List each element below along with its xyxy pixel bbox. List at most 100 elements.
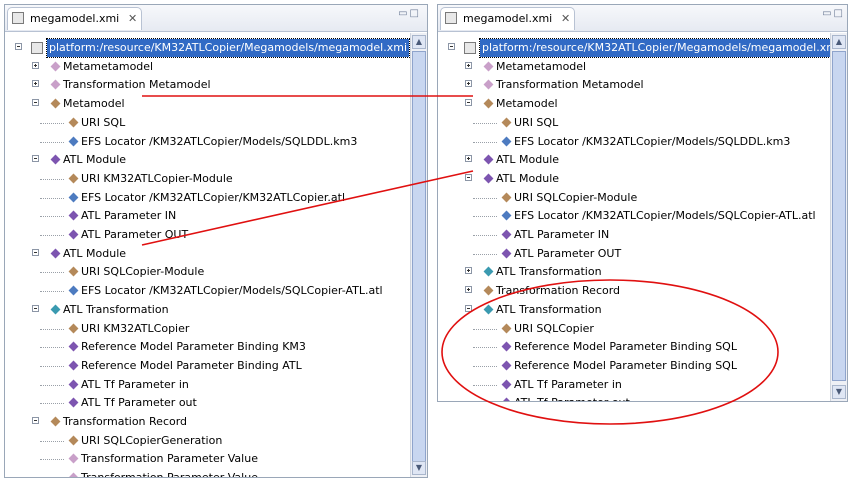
scroll-down-button[interactable]: ▼ xyxy=(832,385,846,399)
tree-row-atl-parameter-out[interactable]: ATL Parameter OUT xyxy=(5,226,410,244)
close-icon[interactable]: ✕ xyxy=(561,8,570,30)
tree-row-uri-sqlcopier-module[interactable]: URI SQLCopier-Module xyxy=(438,189,830,207)
left-editor-tab[interactable]: megamodel.xmi ✕ xyxy=(7,7,143,30)
tree-row-atl-tf-parameter-out[interactable]: ATL Tf Parameter out xyxy=(438,394,830,401)
left-tree-view[interactable]: platform:/resource/KM32ATLCopier/Megamod… xyxy=(5,33,411,477)
tree-row-metamodel[interactable]: Metamodel xyxy=(438,95,830,113)
tree-row-label: ATL Module xyxy=(496,153,560,167)
tree-row-transformation-parameter-value[interactable]: Transformation Parameter Value xyxy=(5,469,410,477)
tree-row-atl-tf-parameter-in[interactable]: ATL Tf Parameter in xyxy=(438,376,830,394)
collapse-icon[interactable] xyxy=(465,99,472,107)
tree-connector xyxy=(40,347,64,349)
tree-row-efs-locator-km32atlcopier-models-sqlddl-km3[interactable]: EFS Locator /KM32ATLCopier/Models/SQLDDL… xyxy=(438,133,830,151)
tree-row-efs-locator-km32atlcopier-models-sqlcopier-atl-atl[interactable]: EFS Locator /KM32ATLCopier/Models/SQLCop… xyxy=(5,282,410,300)
tree-row-atl-module[interactable]: ATL Module xyxy=(5,245,410,263)
element-diamond-icon xyxy=(68,136,79,146)
collapse-icon[interactable] xyxy=(32,248,39,256)
tree-row-atl-module[interactable]: ATL Module xyxy=(438,170,830,188)
tree-row-atl-module[interactable]: ATL Module xyxy=(438,151,830,169)
tree-row-platform-resource-km32atlcopier-megamodels-megamodel-xmi[interactable]: platform:/resource/KM32ATLCopier/Megamod… xyxy=(438,38,844,58)
tree-row-uri-sql[interactable]: URI SQL xyxy=(5,114,410,132)
expand-icon[interactable] xyxy=(32,61,39,69)
right-vertical-scrollbar[interactable]: ▲ ▼ xyxy=(830,33,847,401)
tree-row-uri-sqlcopier[interactable]: URI SQLCopier xyxy=(438,320,830,338)
element-diamond-icon xyxy=(501,229,512,240)
tree-row-uri-sqlcopiergeneration[interactable]: URI SQLCopierGeneration xyxy=(5,432,410,450)
tree-row-atl-transformation[interactable]: ATL Transformation xyxy=(5,301,410,319)
tree-row-uri-sqlcopier-module[interactable]: URI SQLCopier-Module xyxy=(5,263,410,281)
tree-row-reference-model-parameter-binding-sql[interactable]: Reference Model Parameter Binding SQL xyxy=(438,357,830,375)
tree-row-uri-km32atlcopier-module[interactable]: URI KM32ATLCopier-Module xyxy=(5,170,410,188)
maximize-icon[interactable]: □ xyxy=(410,8,421,19)
tree-row-efs-locator-km32atlcopier-models-sqlcopier-atl-atl[interactable]: EFS Locator /KM32ATLCopier/Models/SQLCop… xyxy=(438,207,830,225)
collapse-icon[interactable] xyxy=(465,173,472,181)
tree-row-uri-sql[interactable]: URI SQL xyxy=(438,114,830,132)
expand-icon[interactable] xyxy=(32,80,39,88)
tree-row-label: URI SQL xyxy=(81,115,126,129)
scroll-thumb[interactable] xyxy=(832,51,846,381)
tree-row-transformation-record[interactable]: Transformation Record xyxy=(5,413,410,431)
collapse-icon[interactable] xyxy=(32,99,39,107)
left-vertical-scrollbar[interactable]: ▲ ▼ xyxy=(410,33,427,477)
tree-row-metametamodel[interactable]: Metametamodel xyxy=(5,58,410,76)
element-diamond-icon xyxy=(501,117,512,128)
tree-row-atl-transformation[interactable]: ATL Transformation xyxy=(438,263,830,281)
tree-row-platform-resource-km32atlcopier-megamodels-megamodel-xmi[interactable]: platform:/resource/KM32ATLCopier/Megamod… xyxy=(5,38,411,58)
resource-icon xyxy=(31,42,43,54)
tree-row-transformation-metamodel[interactable]: Transformation Metamodel xyxy=(438,76,830,94)
maximize-icon[interactable]: □ xyxy=(834,8,845,19)
tree-connector xyxy=(40,122,64,124)
element-diamond-icon xyxy=(68,397,79,408)
tree-row-metametamodel[interactable]: Metametamodel xyxy=(438,58,830,76)
collapse-icon[interactable] xyxy=(32,417,39,424)
tree-row-transformation-record[interactable]: Transformation Record xyxy=(438,282,830,300)
scroll-up-button[interactable]: ▲ xyxy=(832,35,846,49)
tree-row-atl-module[interactable]: ATL Module xyxy=(5,151,410,169)
tree-connector xyxy=(40,272,64,274)
collapse-icon[interactable] xyxy=(32,155,39,163)
tree-row-reference-model-parameter-binding-sql[interactable]: Reference Model Parameter Binding SQL xyxy=(438,338,830,356)
tree-connector xyxy=(40,197,64,199)
collapse-icon[interactable] xyxy=(465,304,472,312)
tree-row-metamodel[interactable]: Metamodel xyxy=(5,95,410,113)
tree-row-label: Metametamodel xyxy=(63,59,154,73)
tree-row-uri-km32atlcopier[interactable]: URI KM32ATLCopier xyxy=(5,320,410,338)
minimize-icon[interactable]: ▭ xyxy=(822,8,833,19)
expand-icon[interactable] xyxy=(465,61,472,69)
tree-row-atl-parameter-out[interactable]: ATL Parameter OUT xyxy=(438,245,830,263)
xmi-file-icon xyxy=(12,12,24,24)
collapse-icon[interactable] xyxy=(32,304,39,312)
expand-icon[interactable] xyxy=(465,267,472,275)
tree-row-efs-locator-km32atlcopier-models-sqlddl-km3[interactable]: EFS Locator /KM32ATLCopier/Models/SQLDDL… xyxy=(5,133,410,151)
expand-icon[interactable] xyxy=(465,155,472,163)
expand-icon[interactable] xyxy=(465,80,472,88)
minimize-icon[interactable]: ▭ xyxy=(398,8,409,19)
scroll-down-button[interactable]: ▼ xyxy=(412,461,426,475)
tree-row-reference-model-parameter-binding-km3[interactable]: Reference Model Parameter Binding KM3 xyxy=(5,338,410,356)
scroll-up-button[interactable]: ▲ xyxy=(412,35,426,49)
collapse-icon[interactable] xyxy=(15,43,22,50)
tree-row-label: URI SQLCopier-Module xyxy=(514,190,638,204)
tree-row-atl-parameter-in[interactable]: ATL Parameter IN xyxy=(438,226,830,244)
tree-row-label: URI SQLCopier xyxy=(514,321,594,335)
tree-row-efs-locator-km32atlcopier-km32atlcopier-atl[interactable]: EFS Locator /KM32ATLCopier/KM32ATLCopier… xyxy=(5,189,410,207)
right-editor-tab[interactable]: megamodel.xmi ✕ xyxy=(440,7,576,30)
tree-connector xyxy=(40,235,64,236)
collapse-icon[interactable] xyxy=(448,43,455,50)
expand-icon[interactable] xyxy=(465,286,472,294)
right-tab-bar: megamodel.xmi ✕ ▭□ xyxy=(438,5,847,32)
scroll-thumb[interactable] xyxy=(412,51,426,463)
tree-row-atl-tf-parameter-out[interactable]: ATL Tf Parameter out xyxy=(5,394,410,412)
tree-row-atl-parameter-in[interactable]: ATL Parameter IN xyxy=(5,207,410,225)
element-diamond-icon xyxy=(68,341,79,352)
resource-icon xyxy=(464,42,476,54)
tree-row-label: ATL Parameter OUT xyxy=(81,228,189,241)
tree-connector xyxy=(473,216,497,218)
tree-row-atl-transformation[interactable]: ATL Transformation xyxy=(438,301,830,319)
right-tree-view[interactable]: platform:/resource/KM32ATLCopier/Megamod… xyxy=(438,33,844,401)
tree-row-transformation-metamodel[interactable]: Transformation Metamodel xyxy=(5,76,410,94)
tree-row-transformation-parameter-value[interactable]: Transformation Parameter Value xyxy=(5,450,410,468)
tree-row-atl-tf-parameter-in[interactable]: ATL Tf Parameter in xyxy=(5,376,410,394)
tree-row-reference-model-parameter-binding-atl[interactable]: Reference Model Parameter Binding ATL xyxy=(5,357,410,375)
close-icon[interactable]: ✕ xyxy=(128,8,137,30)
